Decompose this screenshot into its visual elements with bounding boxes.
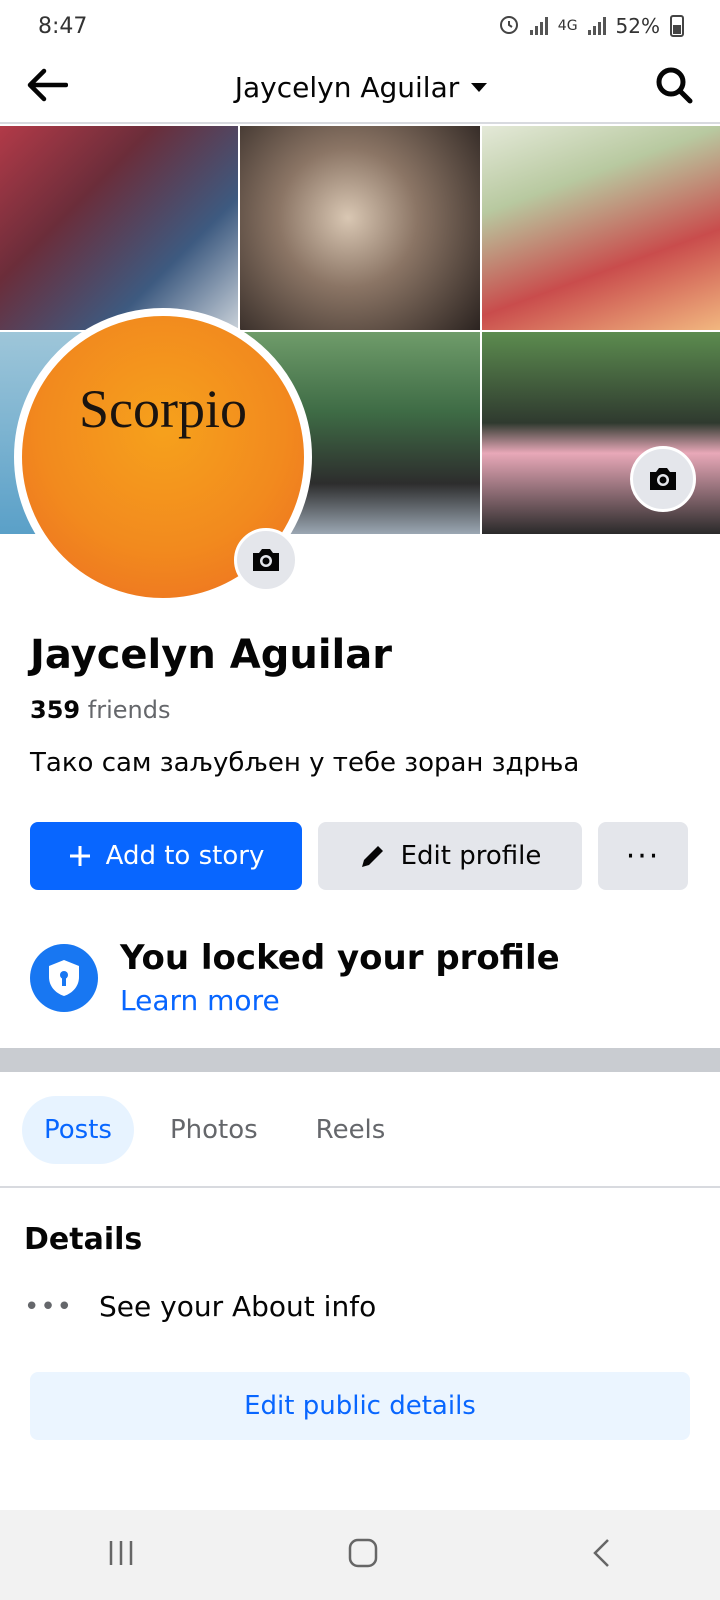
about-info-label: See your About info xyxy=(99,1290,377,1323)
battery-icon xyxy=(670,15,684,37)
more-dots-icon: ··· xyxy=(625,838,661,874)
recent-apps-icon[interactable] xyxy=(106,1538,136,1572)
caret-down-icon xyxy=(471,82,488,92)
alarm-icon xyxy=(498,13,520,40)
status-bar: 8:47 4G 52% xyxy=(0,0,720,52)
profile-bio: Тако сам заљубљен у тебе зоран здрња xyxy=(30,748,580,778)
tabs-divider xyxy=(0,1186,720,1188)
network-type: 4G xyxy=(557,18,578,34)
section-divider xyxy=(0,1048,720,1072)
profile-name: Jaycelyn Aguilar xyxy=(30,632,392,678)
avatar-camera-button[interactable] xyxy=(234,528,298,592)
more-options-button[interactable]: ··· xyxy=(598,822,688,890)
friends-count[interactable]: 359 friends xyxy=(30,696,170,724)
cover-photo-tile xyxy=(0,126,238,330)
edit-profile-label: Edit profile xyxy=(400,841,542,871)
friends-number: 359 xyxy=(30,696,81,724)
avatar-text: Scorpio xyxy=(79,379,247,439)
top-nav: Jaycelyn Aguilar xyxy=(0,52,720,124)
plus-icon xyxy=(69,846,90,866)
cover-photo-tile xyxy=(482,126,720,330)
details-heading: Details xyxy=(24,1222,143,1257)
add-to-story-button[interactable]: Add to story xyxy=(30,822,302,890)
more-dots-icon: ••• xyxy=(24,1291,74,1322)
back-arrow-icon[interactable] xyxy=(26,67,69,107)
learn-more-link[interactable]: Learn more xyxy=(120,984,560,1017)
profile-switcher[interactable]: Jaycelyn Aguilar xyxy=(235,71,488,104)
signal-icon xyxy=(529,17,548,35)
camera-icon xyxy=(253,549,279,571)
signal-icon-2 xyxy=(587,17,606,35)
locked-profile-notice: You locked your profile Learn more xyxy=(30,938,560,1017)
profile-tabs: Posts Photos Reels xyxy=(22,1096,407,1164)
profile-actions: Add to story Edit profile ··· xyxy=(30,822,688,890)
add-to-story-label: Add to story xyxy=(105,841,265,871)
shield-lock-icon xyxy=(30,943,98,1012)
tab-photos[interactable]: Photos xyxy=(148,1096,280,1164)
header-title: Jaycelyn Aguilar xyxy=(234,70,460,104)
about-info-row[interactable]: ••• See your About info xyxy=(24,1290,376,1323)
cover-photo-tile xyxy=(240,126,480,330)
system-nav-bar xyxy=(0,1510,720,1600)
status-time: 8:47 xyxy=(38,13,88,39)
home-icon[interactable] xyxy=(347,1537,379,1573)
cover-camera-button[interactable] xyxy=(630,446,696,512)
tab-posts[interactable]: Posts xyxy=(22,1096,134,1164)
battery-percent: 52% xyxy=(615,14,660,38)
friends-label: friends xyxy=(87,696,171,724)
search-icon[interactable] xyxy=(654,65,694,109)
tab-reels[interactable]: Reels xyxy=(294,1096,408,1164)
camera-icon xyxy=(650,468,676,490)
back-icon[interactable] xyxy=(590,1537,614,1573)
edit-public-details-button[interactable]: Edit public details xyxy=(30,1372,690,1440)
locked-title: You locked your profile xyxy=(120,938,560,978)
pencil-icon xyxy=(361,846,383,867)
edit-profile-button[interactable]: Edit profile xyxy=(318,822,582,890)
